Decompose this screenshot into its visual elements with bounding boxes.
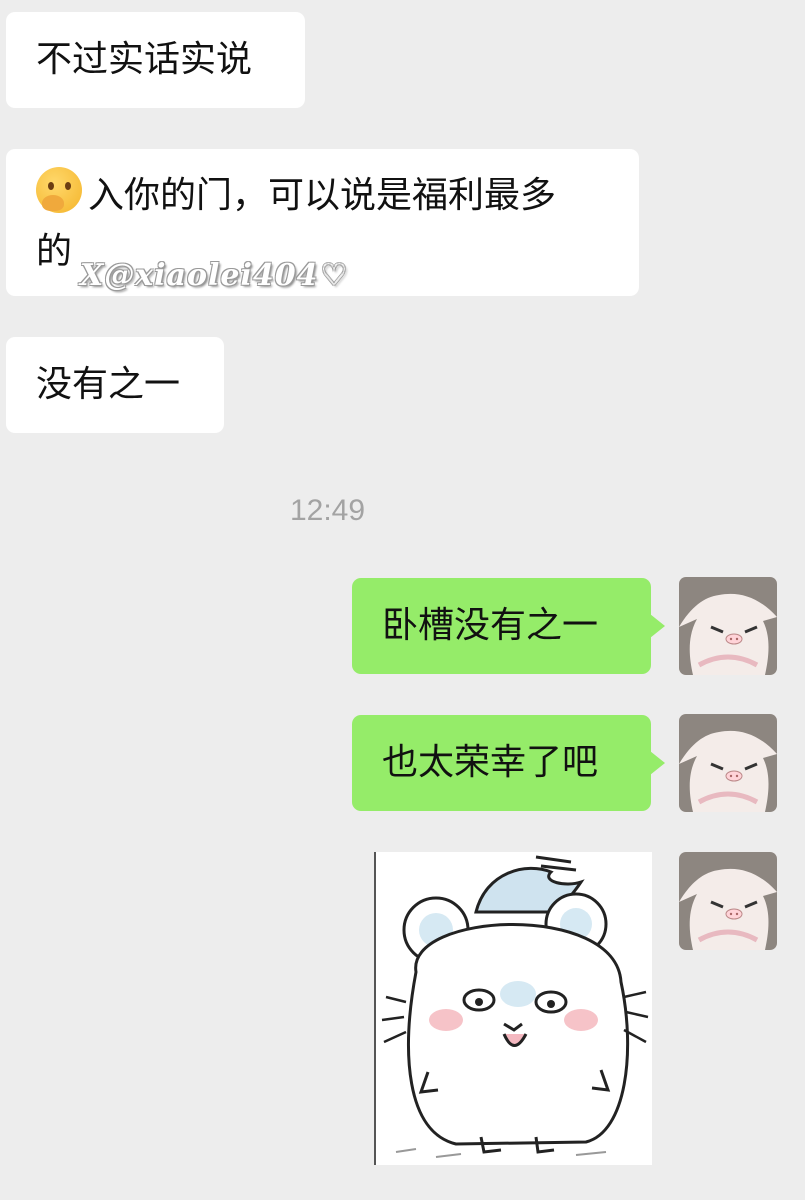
anime-girl-avatar-icon: [679, 714, 777, 812]
message-text: 没有之一: [36, 364, 181, 405]
anime-girl-avatar-icon: [679, 577, 777, 675]
thinking-face-emoji-icon: [36, 167, 82, 213]
heart-icon: ♡: [320, 258, 349, 293]
chat-timestamp: 12:49: [289, 494, 366, 527]
outgoing-message-bubble[interactable]: 卧槽没有之一: [352, 578, 665, 674]
user-avatar[interactable]: [679, 852, 777, 950]
watermark-text: X@xiaolei404: [80, 258, 319, 293]
outgoing-message-bubble[interactable]: 也太荣幸了吧: [352, 715, 665, 811]
incoming-message-bubble[interactable]: 不过实话实说: [6, 12, 305, 108]
incoming-message-bubble[interactable]: 没有之一: [6, 337, 224, 433]
hamster-cartoon-sticker-icon: [381, 855, 649, 1158]
anime-girl-avatar-icon: [679, 852, 777, 950]
message-text-continued: 的: [36, 231, 73, 272]
message-text: 入你的门，可以说是福利最多: [88, 175, 557, 216]
user-avatar[interactable]: [679, 577, 777, 675]
hamster-sticker-image[interactable]: [374, 852, 652, 1165]
user-avatar[interactable]: [679, 714, 777, 812]
message-text: 不过实话实说: [36, 39, 253, 80]
message-text: 也太荣幸了吧: [382, 742, 599, 783]
watermark: X@xiaolei404♡: [80, 258, 348, 293]
message-text: 卧槽没有之一: [382, 605, 599, 646]
